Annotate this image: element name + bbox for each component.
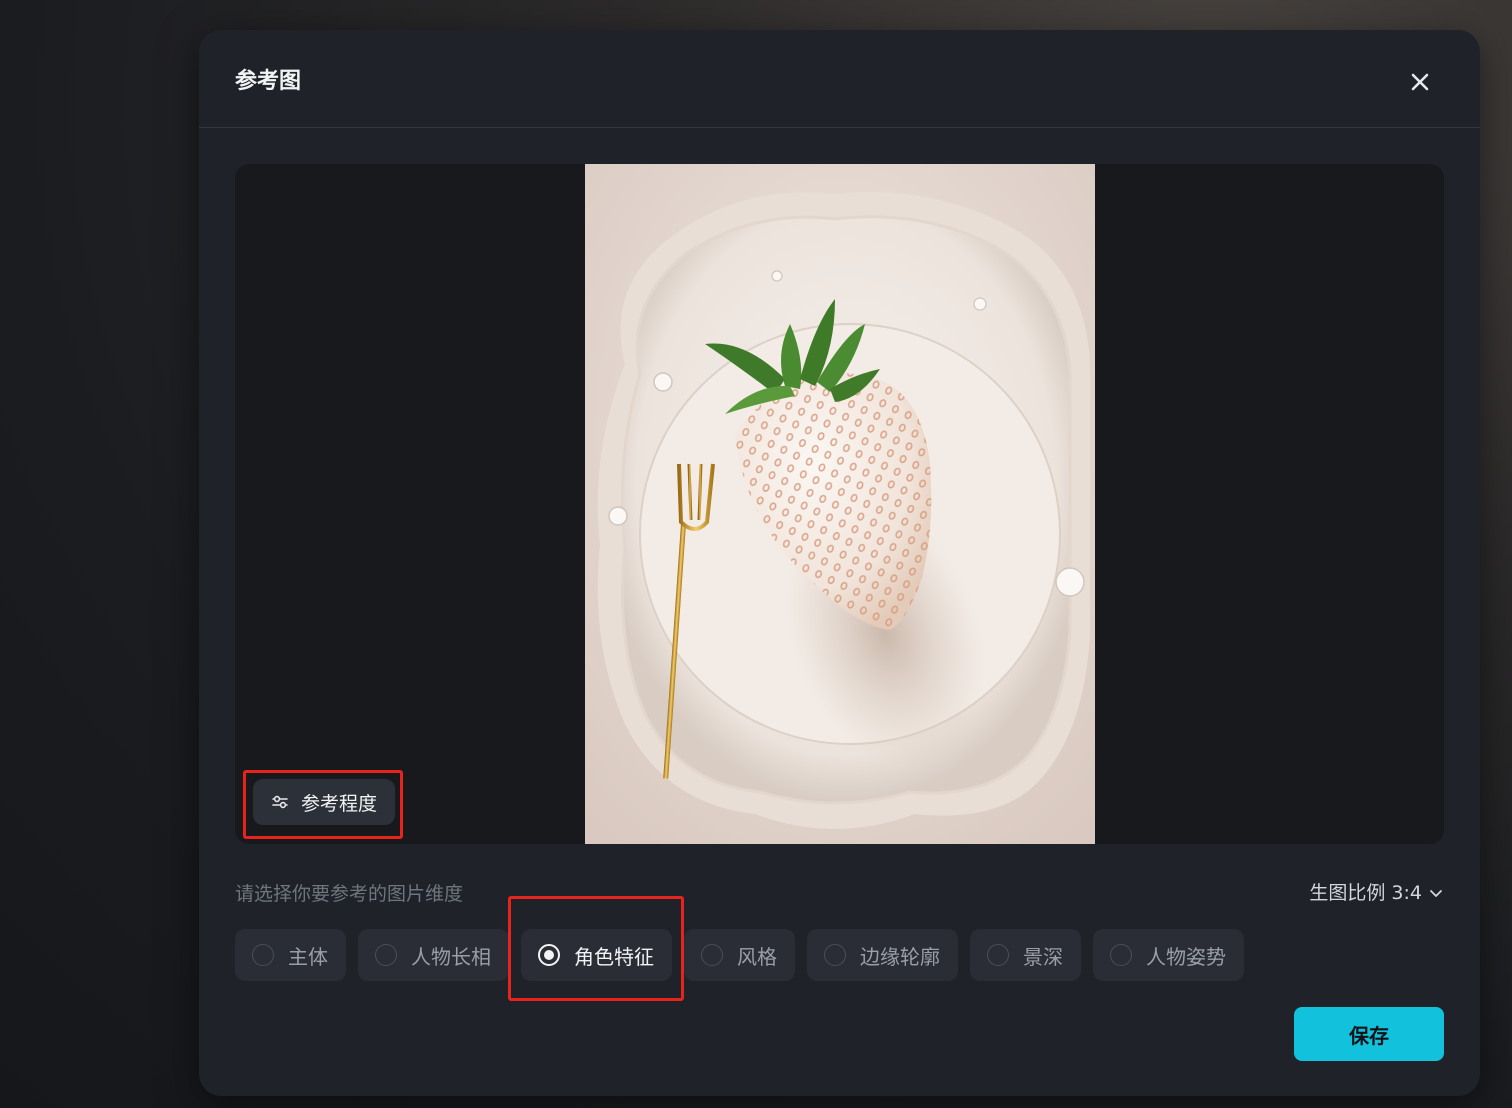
radio-icon [987, 944, 1009, 966]
option-subject[interactable]: 主体 [235, 929, 346, 981]
option-label: 风格 [737, 944, 777, 969]
reference-image [585, 164, 1095, 844]
option-pose[interactable]: 人物姿势 [1093, 929, 1244, 981]
radio-selected-icon [538, 944, 560, 966]
dimension-hint: 请选择你要参考的图片维度 [235, 883, 464, 905]
option-depth-of-field[interactable]: 景深 [970, 929, 1081, 981]
radio-icon [824, 944, 846, 966]
aspect-ratio-dropdown[interactable]: 生图比例 3:4 [1309, 880, 1444, 906]
dialog-title: 参考图 [235, 69, 302, 94]
radio-icon [1110, 944, 1132, 966]
option-label: 边缘轮廓 [860, 944, 940, 969]
reference-degree-button[interactable]: 参考程度 [253, 779, 395, 825]
radio-icon [252, 944, 274, 966]
dialog-header: 参考图 [199, 30, 1480, 128]
image-preview-area: 参考程度 [235, 164, 1444, 844]
reference-image-dialog: 参考图 参考程度 请选择你要参考的图片维度 生图比例 3:4 主体 人物长相 角… [199, 30, 1480, 1096]
sliders-icon [272, 795, 288, 809]
option-face[interactable]: 人物长相 [358, 929, 509, 981]
option-label: 角色特征 [574, 944, 654, 969]
dimension-options: 主体 人物长相 角色特征 风格 边缘轮廓 景深 人物姿势 [235, 929, 1244, 981]
aspect-ratio-label: 生图比例 3:4 [1309, 882, 1422, 904]
reference-degree-label: 参考程度 [301, 792, 378, 815]
save-button[interactable]: 保存 [1294, 1007, 1444, 1061]
option-edge-contour[interactable]: 边缘轮廓 [807, 929, 958, 981]
close-button[interactable] [1406, 68, 1434, 96]
option-label: 人物长相 [411, 944, 491, 969]
radio-icon [701, 944, 723, 966]
option-style[interactable]: 风格 [684, 929, 795, 981]
close-icon [1411, 73, 1429, 91]
radio-icon [375, 944, 397, 966]
option-label: 人物姿势 [1146, 944, 1226, 969]
chevron-down-icon [1430, 890, 1442, 897]
option-label: 主体 [288, 944, 328, 969]
option-label: 景深 [1023, 944, 1063, 969]
option-character-features[interactable]: 角色特征 [521, 929, 672, 981]
